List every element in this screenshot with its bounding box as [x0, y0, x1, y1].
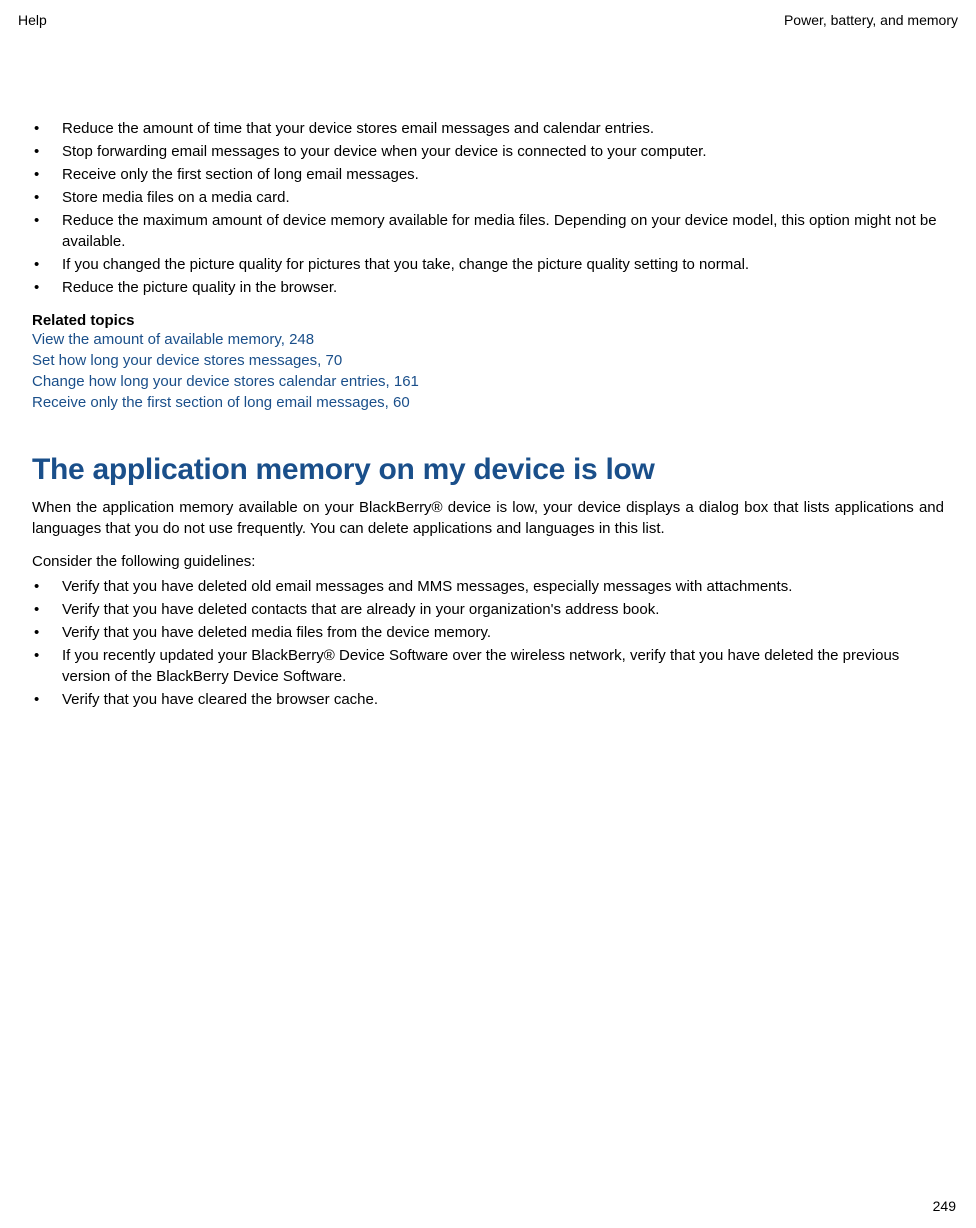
page-header: Help Power, battery, and memory: [18, 12, 958, 28]
list-item-text: Receive only the first section of long e…: [62, 164, 944, 185]
related-link[interactable]: Set how long your device stores messages…: [32, 350, 944, 371]
list-item-text: Verify that you have deleted media files…: [62, 622, 944, 643]
bullet-list-2: •Verify that you have deleted old email …: [32, 576, 944, 710]
bullet-icon: •: [32, 576, 62, 597]
list-item: •If you changed the picture quality for …: [32, 254, 944, 275]
list-item-text: Verify that you have deleted old email m…: [62, 576, 944, 597]
list-item: •Store media files on a media card.: [32, 187, 944, 208]
list-item: •Verify that you have deleted contacts t…: [32, 599, 944, 620]
related-links: View the amount of available memory, 248…: [32, 329, 944, 413]
bullet-icon: •: [32, 164, 62, 185]
bullet-icon: •: [32, 622, 62, 643]
bullet-icon: •: [32, 141, 62, 162]
related-link[interactable]: View the amount of available memory, 248: [32, 329, 944, 350]
page-number: 249: [933, 1198, 956, 1214]
section-title: The application memory on my device is l…: [32, 453, 944, 487]
list-item: •Reduce the amount of time that your dev…: [32, 118, 944, 139]
list-item-text: Reduce the amount of time that your devi…: [62, 118, 944, 139]
header-right: Power, battery, and memory: [784, 12, 958, 28]
list-item-text: Reduce the picture quality in the browse…: [62, 277, 944, 298]
list-item-text: If you recently updated your BlackBerry®…: [62, 645, 944, 687]
list-item: •Verify that you have cleared the browse…: [32, 689, 944, 710]
bullet-icon: •: [32, 210, 62, 231]
section-subtext: Consider the following guidelines:: [32, 551, 944, 572]
list-item-text: Verify that you have cleared the browser…: [62, 689, 944, 710]
list-item-text: Store media files on a media card.: [62, 187, 944, 208]
section-paragraph: When the application memory available on…: [32, 497, 944, 539]
list-item: •Verify that you have deleted media file…: [32, 622, 944, 643]
list-item: •If you recently updated your BlackBerry…: [32, 645, 944, 687]
list-item-text: Verify that you have deleted contacts th…: [62, 599, 944, 620]
bullet-list-1: •Reduce the amount of time that your dev…: [32, 118, 944, 298]
list-item-text: Stop forwarding email messages to your d…: [62, 141, 944, 162]
related-topics-heading: Related topics: [32, 312, 944, 329]
list-item: •Verify that you have deleted old email …: [32, 576, 944, 597]
list-item: •Reduce the maximum amount of device mem…: [32, 210, 944, 252]
content-area: •Reduce the amount of time that your dev…: [18, 118, 958, 710]
bullet-icon: •: [32, 254, 62, 275]
bullet-icon: •: [32, 277, 62, 298]
page: Help Power, battery, and memory •Reduce …: [0, 0, 976, 1228]
list-item-text: Reduce the maximum amount of device memo…: [62, 210, 944, 252]
bullet-icon: •: [32, 118, 62, 139]
related-link[interactable]: Receive only the first section of long e…: [32, 392, 944, 413]
list-item: •Receive only the first section of long …: [32, 164, 944, 185]
list-item-text: If you changed the picture quality for p…: [62, 254, 944, 275]
related-link[interactable]: Change how long your device stores calen…: [32, 371, 944, 392]
header-left: Help: [18, 12, 47, 28]
list-item: •Reduce the picture quality in the brows…: [32, 277, 944, 298]
bullet-icon: •: [32, 187, 62, 208]
bullet-icon: •: [32, 689, 62, 710]
bullet-icon: •: [32, 599, 62, 620]
bullet-icon: •: [32, 645, 62, 666]
list-item: •Stop forwarding email messages to your …: [32, 141, 944, 162]
